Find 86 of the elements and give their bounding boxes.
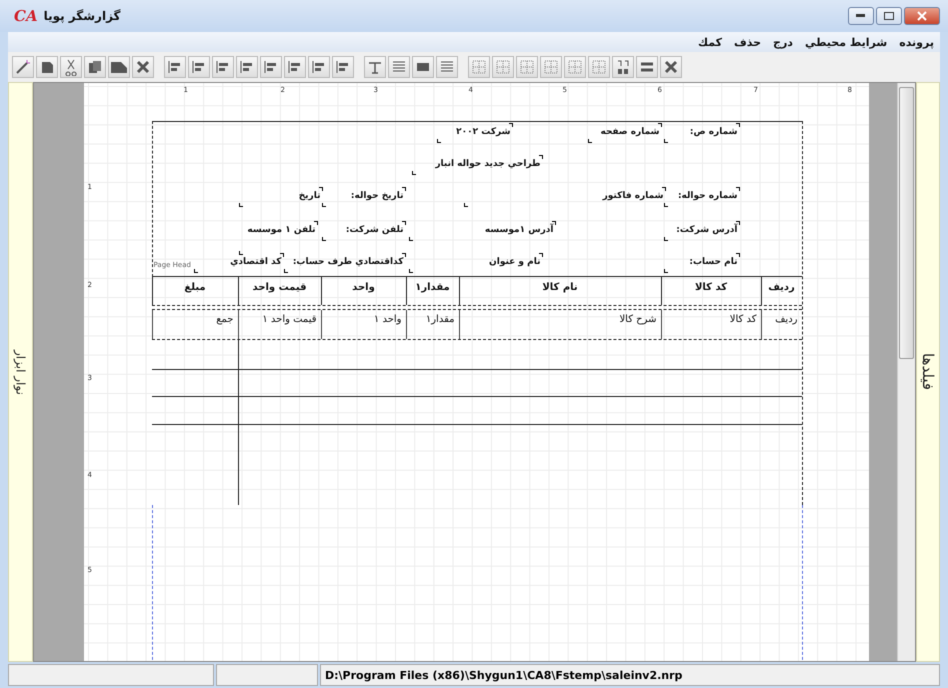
grid-icon: [518, 58, 536, 76]
toolbar-button[interactable]: [260, 56, 282, 78]
toolbar-button[interactable]: [60, 56, 82, 78]
toolbar-panel[interactable]: نوار ابزار: [8, 82, 32, 662]
toolbar-button[interactable]: [212, 56, 234, 78]
toolbar-button[interactable]: [636, 56, 658, 78]
menu-item[interactable]: شرايط محيطي: [804, 36, 888, 48]
menu-item[interactable]: درج: [773, 36, 793, 48]
toolbar-button[interactable]: [436, 56, 458, 78]
toolbar-button[interactable]: [540, 56, 562, 78]
report-field[interactable]: تاريخ حواله:: [324, 189, 404, 205]
toolbar-button[interactable]: [36, 56, 58, 78]
report-field[interactable]: كد اقتصادي: [196, 255, 282, 271]
report-field[interactable]: آدرس شركت:: [666, 223, 738, 239]
column-header[interactable]: مقدار۱: [406, 277, 458, 305]
toolbar-button[interactable]: [12, 56, 34, 78]
report-field[interactable]: آدرس ۱موسسه: [410, 223, 554, 239]
copy-icon: [86, 58, 104, 76]
detail-field[interactable]: رديف: [760, 310, 802, 339]
scrollbar[interactable]: [896, 83, 914, 661]
toolbar-button[interactable]: [516, 56, 538, 78]
report-field[interactable]: شركت ۲۰۰۲: [438, 125, 510, 141]
maximize-icon: [884, 12, 894, 20]
toolbar-button[interactable]: [164, 56, 186, 78]
toolbar-button[interactable]: [412, 56, 434, 78]
grid-icon: [542, 58, 560, 76]
toolbar-button[interactable]: [492, 56, 514, 78]
toolbar-button[interactable]: [132, 56, 154, 78]
detail-field[interactable]: جمع: [152, 310, 238, 339]
report-field[interactable]: طراحي جديد حواله انبار: [414, 157, 540, 173]
column-header[interactable]: نام كالا: [458, 277, 660, 305]
toolbar-button[interactable]: [660, 56, 682, 78]
close-x-icon: [662, 58, 680, 76]
grid-icon: [470, 58, 488, 76]
grid-icon: [590, 58, 608, 76]
panel-label: نوار ابزار: [13, 350, 28, 394]
menu-item[interactable]: پرونده: [899, 36, 934, 48]
detail-field[interactable]: مقدار۱: [406, 310, 458, 339]
detail-field[interactable]: كد كالا: [660, 310, 760, 339]
toolbar-button[interactable]: [388, 56, 410, 78]
report-field[interactable]: تاريخ: [240, 189, 320, 205]
toolbar-button[interactable]: [332, 56, 354, 78]
report-field[interactable]: نام حساب:: [666, 255, 738, 271]
wand-icon: [14, 58, 32, 76]
report-field[interactable]: شماره فاكتور: [466, 189, 664, 205]
close-icon: [917, 11, 927, 21]
report-field[interactable]: تلفن ۱ موسسه: [240, 223, 316, 253]
detail-field[interactable]: قيمت واحد ۱: [238, 310, 320, 339]
minimize-button[interactable]: [848, 7, 874, 25]
toolbar-button[interactable]: [236, 56, 258, 78]
detail-field[interactable]: شرح كالا: [458, 310, 660, 339]
column-header[interactable]: واحد: [320, 277, 406, 305]
column-header[interactable]: مبلغ: [152, 277, 238, 305]
toolbar-button[interactable]: [588, 56, 610, 78]
report-field[interactable]: تلفن شركت:: [324, 223, 404, 239]
column-header[interactable]: رديف: [760, 277, 802, 305]
toolbar-button[interactable]: [188, 56, 210, 78]
report-field[interactable]: شماره حواله:: [666, 189, 738, 205]
toolbar-button[interactable]: [564, 56, 586, 78]
grid-icon: [566, 58, 584, 76]
toolbar-button[interactable]: [308, 56, 330, 78]
maximize-button[interactable]: [876, 7, 902, 25]
app-logo: CA: [14, 7, 38, 25]
fields-panel[interactable]: فيلدها: [916, 82, 940, 662]
toolbar-button[interactable]: [284, 56, 306, 78]
menu-item[interactable]: كمك: [698, 36, 722, 48]
minimize-icon: [856, 14, 866, 18]
menu-item[interactable]: حذف: [734, 36, 762, 48]
panel-label: فيلدها: [918, 353, 937, 391]
column-header[interactable]: قيمت واحد: [238, 277, 320, 305]
toolbar-button[interactable]: [108, 56, 130, 78]
report-field[interactable]: شماره ص:: [666, 125, 738, 141]
report-field[interactable]: نام و عنوان: [410, 255, 540, 271]
toolbar-button[interactable]: [364, 56, 386, 78]
file-path: D:\Program Files (x86)\Shygun1\CA8\Fstemp\saleinv2.nrp: [320, 664, 940, 686]
toolbar-button[interactable]: [612, 56, 634, 78]
delete-icon: [134, 58, 152, 76]
grid-icon: [494, 58, 512, 76]
toolbar-button[interactable]: [84, 56, 106, 78]
column-header[interactable]: كد كالا: [660, 277, 760, 305]
window-title: گزارشگر پويا: [44, 9, 121, 23]
close-button[interactable]: [904, 7, 940, 25]
report-field[interactable]: شماره صفحه: [590, 125, 660, 141]
toolbar-button[interactable]: [468, 56, 490, 78]
report-field[interactable]: كداقتصادي طرف حساب:: [286, 255, 404, 271]
detail-field[interactable]: واحد ۱: [320, 310, 406, 339]
